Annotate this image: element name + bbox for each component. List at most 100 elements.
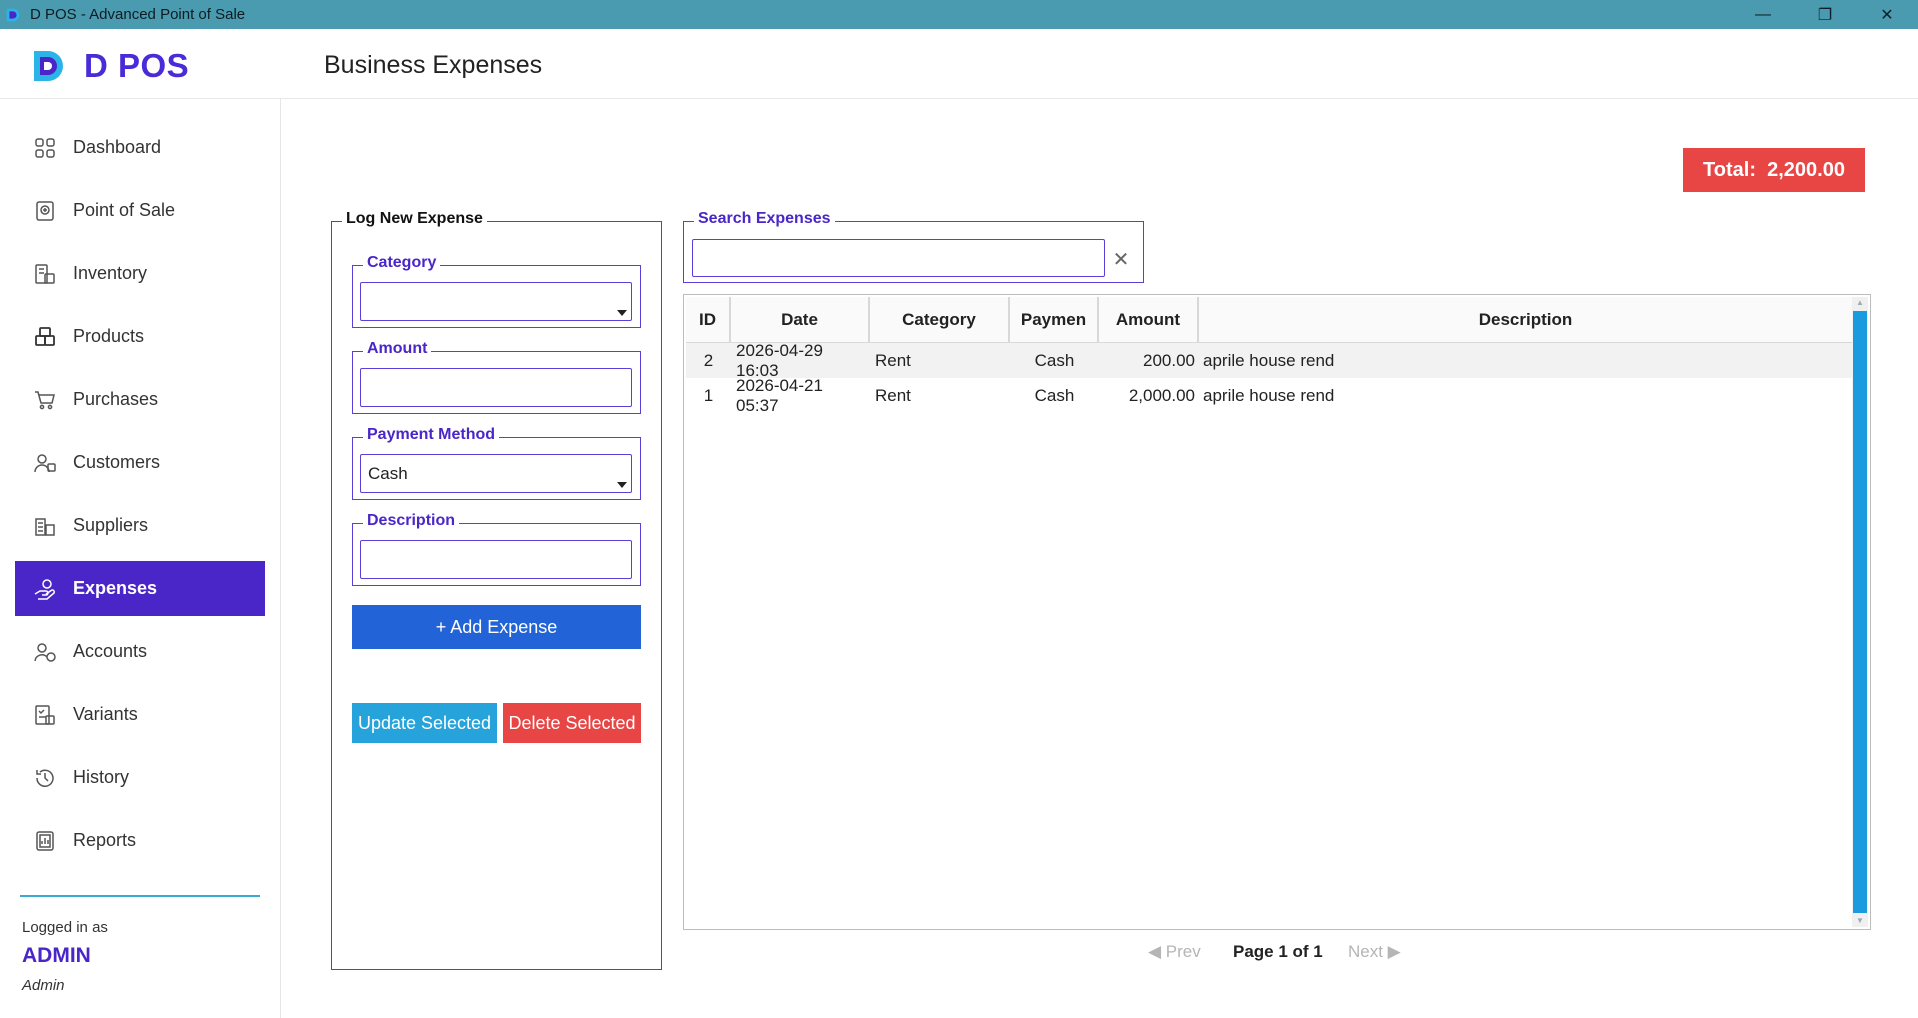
sidebar-item-dashboard[interactable]: Dashboard bbox=[15, 120, 265, 175]
sidebar-item-purchases[interactable]: Purchases bbox=[15, 372, 265, 427]
total-value: 2,200.00 bbox=[1767, 158, 1845, 181]
page-indicator: Page 1 of 1 bbox=[1233, 942, 1323, 961]
d-pos-logo-icon bbox=[34, 51, 63, 81]
sidebar-item-label: Customers bbox=[73, 452, 161, 472]
payment-method-group: Payment Method Cash bbox=[352, 426, 641, 500]
cell-date: 2026-04-29 16:03 bbox=[736, 340, 823, 380]
cell-id: 1 bbox=[703, 385, 714, 405]
package-icon bbox=[33, 325, 57, 349]
minimize-button[interactable]: — bbox=[1732, 0, 1794, 29]
amount-label: Amount bbox=[363, 340, 432, 358]
sidebar-item-accounts[interactable]: Accounts bbox=[15, 624, 265, 679]
sidebar-item-label: Inventory bbox=[73, 263, 148, 283]
table-row[interactable]: 1 2026-04-21 05:37 Rent Cash 2,000.00 ap… bbox=[686, 376, 1852, 415]
category-select[interactable] bbox=[360, 282, 632, 321]
app-logo-icon bbox=[6, 8, 20, 21]
window-titlebar: D POS - Advanced Point of Sale — ❐ ✕ bbox=[0, 0, 1918, 29]
payment-method-select[interactable]: Cash bbox=[360, 454, 632, 493]
sidebar-item-label: History bbox=[73, 767, 130, 787]
search-expenses-legend: Search Expenses bbox=[694, 210, 835, 228]
amount-input[interactable] bbox=[360, 368, 632, 407]
sidebar-item-customers[interactable]: Customers bbox=[15, 435, 265, 490]
sidebar-item-label: Accounts bbox=[73, 641, 148, 661]
sidebar-item-expenses[interactable]: Expenses bbox=[15, 561, 265, 616]
user-icon bbox=[33, 451, 57, 475]
logged-in-user: ADMIN bbox=[22, 944, 91, 967]
update-selected-button[interactable]: Update Selected bbox=[352, 703, 497, 743]
register-icon bbox=[33, 199, 57, 223]
category-label: Category bbox=[363, 254, 441, 272]
sidebar-item-history[interactable]: History bbox=[15, 750, 265, 805]
window-title: D POS - Advanced Point of Sale bbox=[30, 6, 246, 23]
sidebar-item-variants[interactable]: Variants bbox=[15, 687, 265, 742]
report-icon bbox=[33, 829, 57, 853]
sidebar-item-inventory[interactable]: Inventory bbox=[15, 246, 265, 301]
column-header-description[interactable]: Description bbox=[1199, 297, 1852, 343]
sidebar-item-label: Reports bbox=[73, 830, 137, 850]
scrollbar-thumb[interactable] bbox=[1853, 311, 1867, 913]
next-page-button[interactable]: Next ▶ bbox=[1348, 942, 1401, 962]
clear-search-icon[interactable]: ✕ bbox=[1108, 246, 1134, 272]
sidebar-item-label: Purchases bbox=[73, 389, 159, 409]
dropdown-arrow-icon bbox=[617, 310, 627, 316]
sidebar-item-label: Expenses bbox=[73, 578, 158, 598]
column-header-amount[interactable]: Amount bbox=[1099, 297, 1199, 343]
expenses-table: ID Date Category Paymen Amount Descripti… bbox=[683, 294, 1871, 930]
sidebar-item-suppliers[interactable]: Suppliers bbox=[15, 498, 265, 553]
description-label: Description bbox=[363, 512, 460, 530]
building-icon bbox=[33, 514, 57, 538]
log-expense-panel: Log New Expense Category Amount Payment … bbox=[331, 210, 662, 970]
sidebar-item-products[interactable]: Products bbox=[15, 309, 265, 364]
cell-amount: 200.00 bbox=[1143, 350, 1195, 370]
column-header-payment[interactable]: Paymen bbox=[1010, 297, 1099, 343]
cart-icon bbox=[33, 388, 57, 412]
prev-page-button[interactable]: ◀ Prev bbox=[1148, 942, 1201, 962]
sidebar: Dashboard Point of Sale Inventory Produc… bbox=[0, 99, 281, 1018]
sidebar-item-label: Products bbox=[73, 326, 145, 346]
app-header: D POS Business Expenses bbox=[0, 29, 1918, 99]
column-header-date[interactable]: Date bbox=[731, 297, 870, 343]
total-label: Total: bbox=[1703, 158, 1756, 181]
description-group: Description bbox=[352, 512, 641, 586]
cell-description: aprile house rend bbox=[1203, 350, 1335, 370]
brand-logo: D POS bbox=[32, 47, 189, 85]
cell-payment: Cash bbox=[1034, 385, 1075, 405]
payment-method-value: Cash bbox=[368, 463, 408, 483]
table-header: ID Date Category Paymen Amount Descripti… bbox=[686, 297, 1852, 343]
logged-in-label: Logged in as bbox=[22, 919, 108, 936]
sidebar-divider bbox=[20, 895, 260, 897]
sidebar-item-point-of-sale[interactable]: Point of Sale bbox=[15, 183, 265, 238]
cell-category: Rent bbox=[875, 385, 911, 405]
cell-id: 2 bbox=[703, 350, 714, 370]
close-window-button[interactable]: ✕ bbox=[1856, 0, 1918, 29]
page-title: Business Expenses bbox=[324, 51, 543, 79]
dropdown-arrow-icon bbox=[617, 482, 627, 488]
restore-button[interactable]: ❐ bbox=[1794, 0, 1856, 29]
column-header-id[interactable]: ID bbox=[686, 297, 731, 343]
total-badge: Total: 2,200.00 bbox=[1683, 148, 1865, 192]
sidebar-item-label: Point of Sale bbox=[73, 200, 176, 220]
sidebar-item-label: Dashboard bbox=[73, 137, 162, 157]
search-input[interactable] bbox=[692, 239, 1105, 277]
table-row[interactable]: 2 2026-04-29 16:03 Rent Cash 200.00 apri… bbox=[686, 340, 1852, 380]
logged-in-role: Admin bbox=[22, 977, 65, 994]
amount-group: Amount bbox=[352, 340, 641, 414]
scroll-down-icon[interactable]: ▼ bbox=[1855, 916, 1865, 926]
brand-name: D POS bbox=[84, 47, 190, 84]
log-expense-legend: Log New Expense bbox=[342, 210, 487, 228]
sidebar-item-reports[interactable]: Reports bbox=[15, 813, 265, 868]
scroll-up-icon[interactable]: ▲ bbox=[1855, 298, 1865, 308]
payment-method-label: Payment Method bbox=[363, 426, 500, 444]
cell-description: aprile house rend bbox=[1203, 385, 1335, 405]
grid-icon bbox=[33, 136, 57, 160]
description-input[interactable] bbox=[360, 540, 632, 579]
table-scrollbar[interactable]: ▲ ▼ bbox=[1852, 297, 1868, 927]
add-expense-button[interactable]: + Add Expense bbox=[352, 605, 641, 649]
category-group: Category bbox=[352, 254, 641, 328]
boxes-icon bbox=[33, 262, 57, 286]
cell-category: Rent bbox=[875, 350, 911, 370]
account-icon bbox=[33, 640, 57, 664]
delete-selected-button[interactable]: Delete Selected bbox=[503, 703, 641, 743]
column-header-category[interactable]: Category bbox=[870, 297, 1010, 343]
sidebar-item-label: Suppliers bbox=[73, 515, 149, 535]
